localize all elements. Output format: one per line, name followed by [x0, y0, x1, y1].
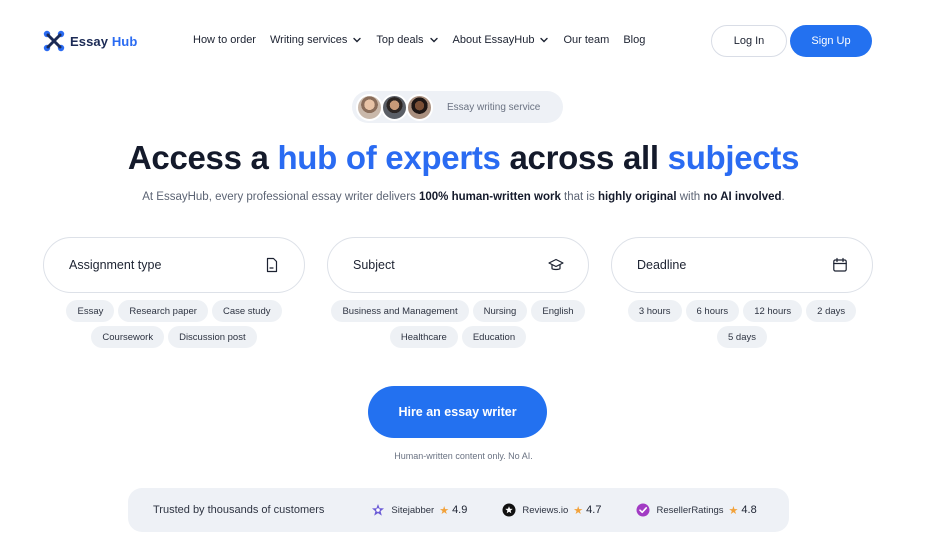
nav-our-team[interactable]: Our team — [563, 34, 609, 46]
chip-12-hours[interactable]: 12 hours — [743, 300, 803, 322]
review-resellerratings[interactable]: ResellerRatings ★ 4.8 — [636, 503, 757, 517]
review-reviews-io[interactable]: Reviews.io ★ 4.7 — [502, 503, 601, 517]
assignment-type-label: Assignment type — [69, 258, 162, 272]
logo-text: Essay Hub — [70, 33, 138, 49]
reviews-io-icon — [502, 503, 516, 517]
review-site-name: Sitejabber — [391, 504, 435, 516]
document-icon — [266, 257, 278, 273]
page-title: Access a hub of experts across all subje… — [127, 139, 800, 176]
chip-2-days[interactable]: 2 days — [806, 300, 857, 322]
site-header: Essay Hub How to order Writing services … — [0, 0, 927, 82]
subject-chips: Business and Management Nursing English … — [327, 300, 589, 348]
graduation-cap-icon — [548, 258, 564, 271]
chevron-down-icon — [540, 37, 549, 43]
avatar — [381, 94, 408, 121]
chip-case-study[interactable]: Case study — [211, 300, 282, 322]
trust-title: Trusted by thousands of customers — [153, 504, 325, 516]
assignment-type-chips: Essay Research paper Case study Coursewo… — [43, 300, 305, 348]
resellerratings-icon — [636, 503, 650, 517]
chip-business-management[interactable]: Business and Management — [331, 300, 469, 322]
review-site-name: ResellerRatings — [656, 504, 724, 516]
sitejabber-icon — [371, 503, 385, 517]
expert-avatars — [352, 91, 436, 123]
chip-healthcare[interactable]: Healthcare — [389, 326, 458, 348]
deadline-select[interactable]: Deadline — [611, 237, 873, 293]
subject-label: Subject — [353, 258, 395, 272]
deadline-label: Deadline — [637, 258, 687, 272]
review-rating: 4.7 — [586, 504, 602, 516]
review-rating: 4.8 — [741, 504, 757, 516]
avatar — [406, 94, 433, 121]
chip-coursework[interactable]: Coursework — [91, 326, 165, 348]
nav-about[interactable]: About EssayHub — [453, 34, 550, 46]
main-nav: How to order Writing services Top deals … — [193, 34, 659, 46]
page-subtitle: At EssayHub, every professional essay wr… — [142, 191, 785, 203]
cta-note: Human-written content only. No AI. — [394, 451, 533, 461]
deadline-chips: 3 hours 6 hours 12 hours 2 days 5 days — [611, 300, 873, 348]
nav-writing-services[interactable]: Writing services — [270, 34, 362, 46]
review-rating: 4.9 — [452, 504, 468, 516]
star-icon: ★ — [728, 504, 739, 517]
chevron-down-icon — [353, 37, 362, 43]
chip-essay[interactable]: Essay — [66, 300, 115, 322]
chip-discussion-post[interactable]: Discussion post — [168, 326, 257, 348]
trust-bar: Trusted by thousands of customers Siteja… — [128, 488, 789, 532]
nav-blog[interactable]: Blog — [623, 34, 645, 46]
login-button[interactable]: Log In — [711, 25, 787, 57]
chip-nursing[interactable]: Nursing — [472, 300, 528, 322]
chip-education[interactable]: Education — [461, 326, 527, 348]
chevron-down-icon — [429, 37, 438, 43]
logo-icon — [43, 30, 65, 52]
review-sitejabber[interactable]: Sitejabber ★ 4.9 — [371, 503, 467, 517]
assignment-type-select[interactable]: Assignment type — [43, 237, 305, 293]
chip-research-paper[interactable]: Research paper — [118, 300, 208, 322]
badge-text: Essay writing service — [447, 101, 541, 113]
review-site-name: Reviews.io — [522, 504, 569, 516]
service-badge: Essay writing service — [352, 91, 563, 123]
nav-top-deals[interactable]: Top deals — [376, 34, 438, 46]
star-icon: ★ — [573, 504, 584, 517]
subject-select[interactable]: Subject — [327, 237, 589, 293]
nav-how-to-order[interactable]: How to order — [193, 34, 256, 46]
chip-5-days[interactable]: 5 days — [717, 326, 767, 348]
chip-english[interactable]: English — [531, 300, 585, 322]
calendar-icon — [833, 257, 847, 272]
avatar — [356, 94, 383, 121]
chip-3-hours[interactable]: 3 hours — [627, 300, 682, 322]
star-icon: ★ — [439, 504, 450, 517]
signup-button[interactable]: Sign Up — [790, 25, 872, 57]
chip-6-hours[interactable]: 6 hours — [685, 300, 740, 322]
logo[interactable]: Essay Hub — [43, 30, 137, 52]
hire-writer-button[interactable]: Hire an essay writer — [368, 386, 547, 438]
